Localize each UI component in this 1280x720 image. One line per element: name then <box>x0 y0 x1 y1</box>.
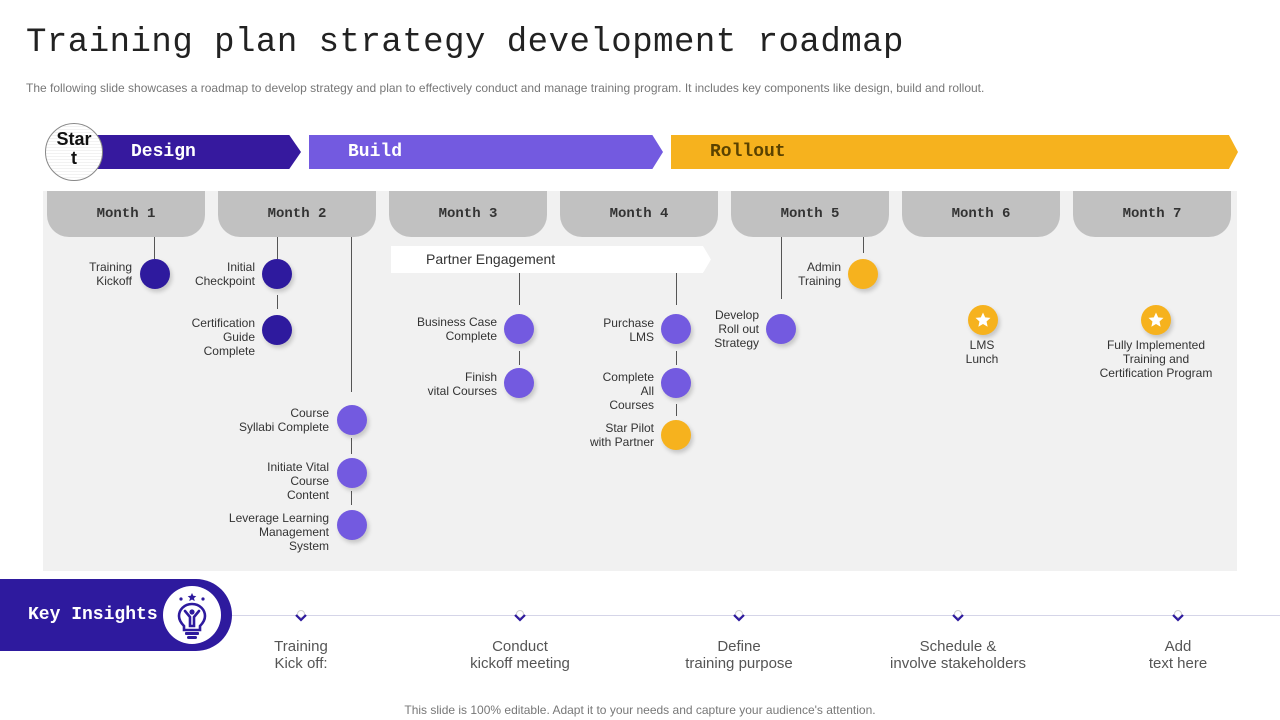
footer-note: This slide is 100% editable. Adapt it to… <box>404 703 876 717</box>
star-icon <box>975 312 991 327</box>
chevron-marker-icon <box>733 610 745 622</box>
connector-line <box>351 237 352 392</box>
milestone-dot <box>337 405 367 435</box>
milestone-label: Initiate Vital Course Content <box>267 460 329 502</box>
milestone-dot <box>504 368 534 398</box>
milestone-label: Initial Checkpoint <box>194 260 255 288</box>
month-2-tab: Month 2 <box>218 191 376 237</box>
milestone-label: Finish vital Courses <box>427 370 497 398</box>
phase-design: Design <box>88 135 301 169</box>
start-badge: Star t <box>45 123 103 181</box>
key-insight-item: Define training purpose <box>685 638 793 672</box>
connector-line <box>277 295 278 309</box>
milestone-dot <box>140 259 170 289</box>
milestone-label: Purchase LMS <box>603 316 654 344</box>
milestone-dot <box>661 368 691 398</box>
star-icon <box>1148 312 1164 327</box>
connector-line <box>351 438 352 454</box>
connector-line <box>519 273 520 305</box>
connector-line <box>781 237 782 299</box>
page-subtitle: The following slide showcases a roadmap … <box>26 81 985 95</box>
milestone-label: Course Syllabi Complete <box>238 406 329 434</box>
connector-line <box>676 351 677 365</box>
milestone-dot <box>766 314 796 344</box>
month-1-tab: Month 1 <box>47 191 205 237</box>
connector-line <box>676 404 677 416</box>
milestone-star-dot <box>1141 305 1171 335</box>
page-title: Training plan strategy development roadm… <box>26 24 904 62</box>
chevron-marker-icon <box>1172 610 1184 622</box>
milestone-label: Certification Guide Complete <box>191 316 255 358</box>
key-insights-banner: Key Insights <box>0 579 232 651</box>
chevron-marker-icon <box>952 610 964 622</box>
key-insight-item: Conduct kickoff meeting <box>470 638 570 672</box>
milestone-label: Develop Roll out Strategy <box>714 308 759 350</box>
milestone-label: Fully Implemented Training and Certifica… <box>1099 338 1213 380</box>
connector-line <box>519 351 520 365</box>
connector-line <box>277 237 278 259</box>
key-insights-line <box>232 615 1280 616</box>
chevron-marker-icon <box>295 610 307 622</box>
milestone-dot <box>504 314 534 344</box>
month-3-tab: Month 3 <box>389 191 547 237</box>
key-insights-label: Key Insights <box>28 605 158 625</box>
phase-rollout: Rollout <box>671 135 1238 169</box>
connector-line <box>351 491 352 505</box>
milestone-label: Leverage Learning Management System <box>228 511 329 553</box>
milestone-label: Complete All Courses <box>602 370 654 412</box>
month-5-tab: Month 5 <box>731 191 889 237</box>
milestone-dot <box>848 259 878 289</box>
milestone-dot <box>262 315 292 345</box>
milestone-label: Star Pilot with Partner <box>589 421 654 449</box>
milestone-label: LMS Lunch <box>965 338 999 366</box>
milestone-dot <box>337 510 367 540</box>
month-7-tab: Month 7 <box>1073 191 1231 237</box>
partner-engagement-banner: Partner Engagement <box>391 246 711 273</box>
lightbulb-person-icon <box>163 586 221 644</box>
milestone-label: Business Case Complete <box>416 315 497 343</box>
milestone-dot <box>262 259 292 289</box>
key-insight-item: Training Kick off: <box>274 638 328 672</box>
key-insight-item: Add text here <box>1148 638 1208 672</box>
milestone-label: Admin Training <box>798 260 841 288</box>
month-4-tab: Month 4 <box>560 191 718 237</box>
milestone-dot <box>337 458 367 488</box>
chevron-marker-icon <box>514 610 526 622</box>
start-label: Star t <box>56 129 92 168</box>
milestone-dot <box>661 420 691 450</box>
phase-build: Build <box>309 135 663 169</box>
milestone-label: Training Kickoff <box>89 260 132 288</box>
key-insight-item: Schedule & involve stakeholders <box>890 638 1026 672</box>
milestone-dot <box>661 314 691 344</box>
connector-line <box>676 273 677 305</box>
connector-line <box>154 237 155 259</box>
connector-line <box>863 237 864 253</box>
month-6-tab: Month 6 <box>902 191 1060 237</box>
milestone-star-dot <box>968 305 998 335</box>
